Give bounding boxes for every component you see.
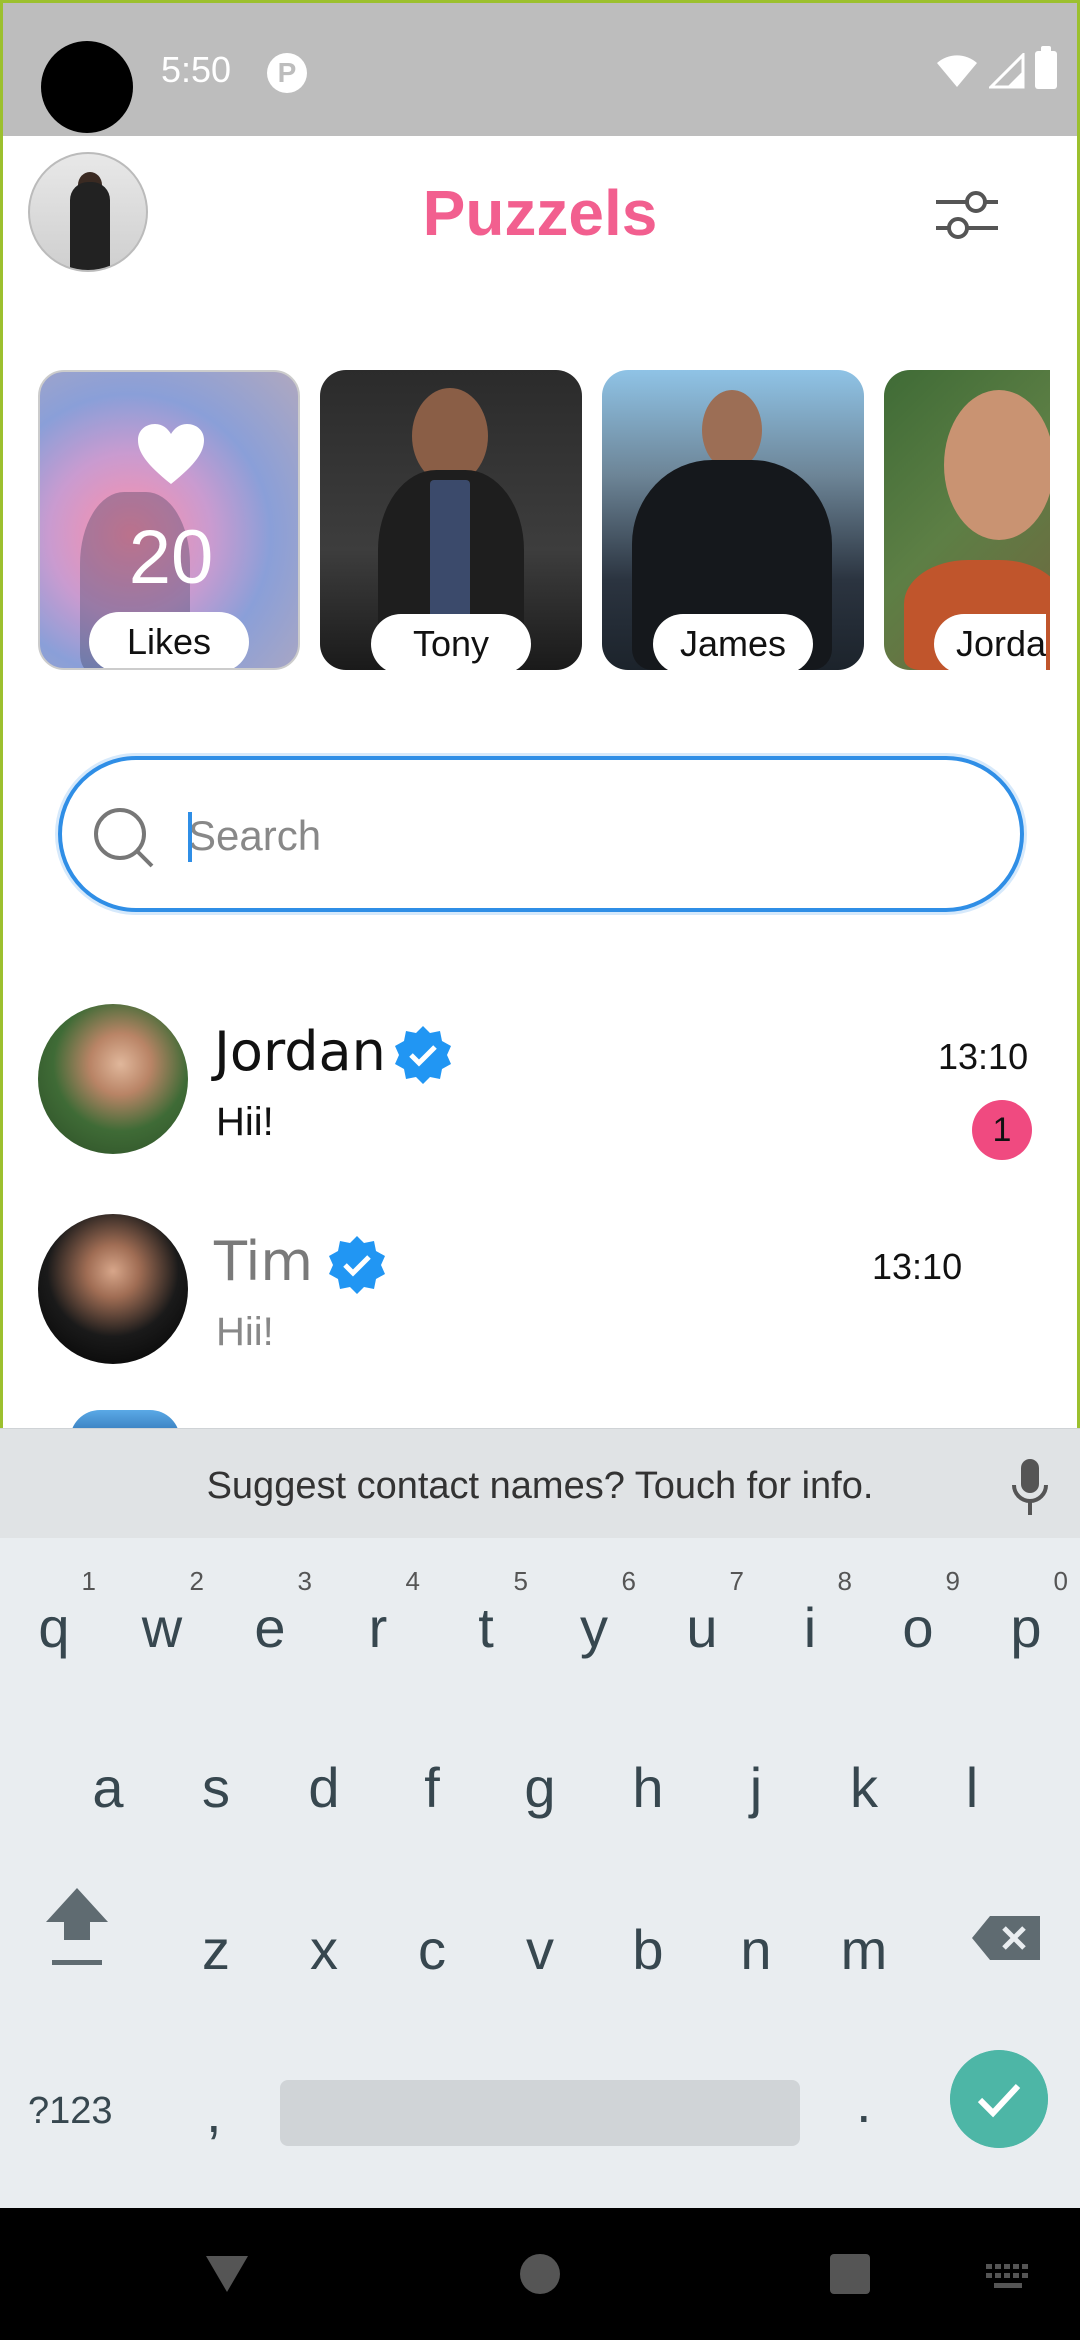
search-icon (94, 808, 154, 868)
chat-time: 13:10 (938, 1036, 1029, 1077)
key-row-4: ?123 , . (0, 2040, 1080, 2200)
wifi-icon (937, 55, 977, 87)
story-james[interactable]: James (602, 370, 864, 670)
status-time: 5:50 (161, 49, 232, 90)
key-b[interactable]: b (600, 1880, 696, 2020)
signal-icon (989, 53, 1025, 89)
key-row-3: zxcvbnm (0, 1880, 1080, 2040)
keyboard-switch-icon[interactable] (986, 2264, 1030, 2290)
key-w[interactable]: w2 (114, 1558, 210, 1698)
notification-icon: P (267, 53, 307, 93)
backspace-icon[interactable] (970, 1914, 1042, 1962)
chat-name: Tim (214, 1230, 313, 1293)
status-bar: 5:50 P (0, 0, 1080, 136)
key-hint: 7 (729, 1566, 744, 1596)
shift-icon[interactable] (42, 1880, 112, 1990)
key-v[interactable]: v (492, 1880, 588, 2020)
avatar (38, 1214, 188, 1364)
key-t[interactable]: t5 (438, 1558, 534, 1698)
key-g[interactable]: g (492, 1718, 588, 1858)
chat-item-jordan[interactable]: Jordan Hii! 13:10 1 (0, 990, 1080, 1190)
verified-badge-icon (329, 1236, 385, 1294)
key-a[interactable]: a (60, 1718, 156, 1858)
key-z[interactable]: z (168, 1880, 264, 2020)
recents-icon[interactable] (830, 2254, 870, 2294)
period-key[interactable]: . (856, 2070, 872, 2135)
key-row-1: q1w2e3r4t5y6u7i8o9p0 (0, 1558, 1080, 1718)
stories-row: 20 Likes Tony James Jorda (38, 368, 1050, 674)
checkmark-icon[interactable] (950, 2050, 1048, 2148)
suggestion-text: Suggest contact names? Touch for info. (206, 1465, 874, 1507)
key-j[interactable]: j (708, 1718, 804, 1858)
suggestion-bar[interactable]: Suggest contact names? Touch for info. (0, 1428, 1080, 1538)
key-n[interactable]: n (708, 1880, 804, 2020)
key-hint: 8 (837, 1566, 852, 1596)
likes-count: 20 (128, 515, 214, 600)
key-s[interactable]: s (168, 1718, 264, 1858)
app-title: Puzzels (422, 177, 658, 249)
key-p[interactable]: p0 (978, 1558, 1074, 1698)
chat-item-tim[interactable]: Tim Hii! 13:10 (0, 1200, 1080, 1400)
story-label: Likes (89, 612, 249, 668)
keyboard: Suggest contact names? Touch for info. q… (0, 1428, 1080, 2208)
key-l[interactable]: l (924, 1718, 1020, 1858)
key-m[interactable]: m (816, 1880, 912, 2020)
unread-badge: 1 (972, 1100, 1032, 1160)
key-h[interactable]: h (600, 1718, 696, 1858)
microphone-icon[interactable] (1010, 1457, 1050, 1517)
chat-last-message: Hii! (216, 1100, 274, 1144)
status-icons (935, 46, 1057, 89)
story-jordan[interactable]: Jorda (884, 370, 1050, 670)
navigation-bar (0, 2208, 1080, 2340)
key-o[interactable]: o9 (870, 1558, 966, 1698)
chat-time: 13:10 (872, 1246, 963, 1287)
text-caret (188, 812, 192, 862)
key-i[interactable]: i8 (762, 1558, 858, 1698)
key-d[interactable]: d (276, 1718, 372, 1858)
story-label: James (653, 614, 813, 670)
heart-icon (138, 424, 204, 484)
key-hint: 9 (945, 1566, 960, 1596)
key-y[interactable]: y6 (546, 1558, 642, 1698)
key-k[interactable]: k (816, 1718, 912, 1858)
story-tony[interactable]: Tony (320, 370, 582, 670)
key-hint: 0 (1053, 1566, 1068, 1596)
key-hint: 2 (189, 1566, 204, 1596)
camera-cutout (41, 41, 133, 133)
verified-badge-icon (395, 1026, 451, 1084)
symbols-key[interactable]: ?123 (28, 2090, 113, 2133)
story-label: Tony (371, 614, 531, 670)
chat-last-message: Hii! (216, 1310, 274, 1354)
key-r[interactable]: r4 (330, 1558, 426, 1698)
key-x[interactable]: x (276, 1880, 372, 2020)
home-icon[interactable] (520, 2254, 560, 2294)
key-hint: 6 (621, 1566, 636, 1596)
chat-name: Jordan (214, 1020, 386, 1083)
key-f[interactable]: f (384, 1718, 480, 1858)
key-u[interactable]: u7 (654, 1558, 750, 1698)
story-likes[interactable]: 20 Likes (38, 370, 300, 670)
battery-icon (1035, 46, 1057, 89)
key-c[interactable]: c (384, 1880, 480, 2020)
comma-key[interactable]: , (206, 2080, 222, 2145)
key-hint: 4 (405, 1566, 420, 1596)
key-hint: 5 (513, 1566, 528, 1596)
key-hint: 3 (297, 1566, 312, 1596)
key-hint: 1 (81, 1566, 96, 1596)
search-input[interactable] (188, 798, 968, 874)
key-row-2: asdfghjkl (0, 1718, 1080, 1878)
back-icon[interactable] (204, 2254, 250, 2294)
sliders-icon[interactable] (932, 180, 1002, 250)
story-label: Jorda (934, 614, 1047, 670)
search-bar[interactable] (58, 756, 1024, 912)
avatar (38, 1004, 188, 1154)
space-key[interactable] (280, 2080, 800, 2146)
key-e[interactable]: e3 (222, 1558, 318, 1698)
key-q[interactable]: q1 (6, 1558, 102, 1698)
